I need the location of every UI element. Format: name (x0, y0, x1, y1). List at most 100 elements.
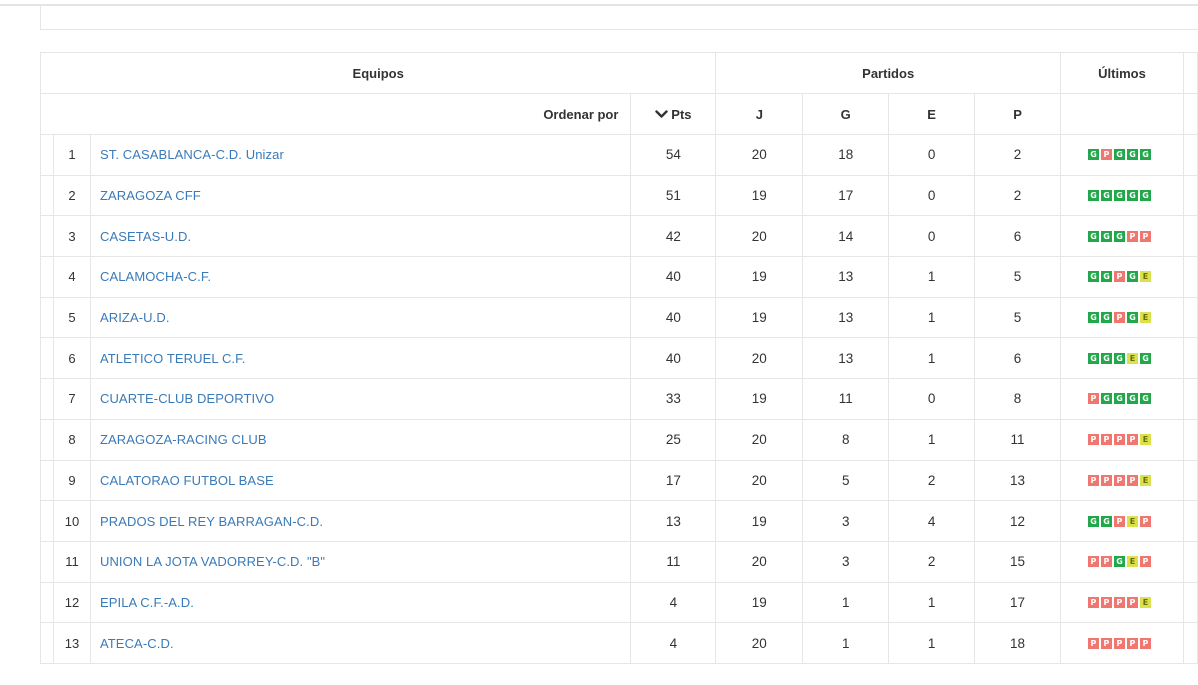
result-badge: G (1139, 149, 1151, 161)
result-badge: G (1100, 312, 1112, 324)
pts-cell: 13 (630, 500, 717, 542)
result-badge: G (1087, 149, 1099, 161)
pts-cell: 17 (630, 459, 717, 502)
result-badge: G (1087, 230, 1099, 242)
team-link[interactable]: PRADOS DEL REY BARRAGAN-C.D. (100, 514, 323, 529)
played-cell: 19 (715, 500, 804, 542)
sort-pts-button[interactable]: Pts (630, 93, 717, 135)
table-row: 10 PRADOS DEL REY BARRAGAN-C.D. 13 19 3 4 12 G G… (40, 500, 1198, 542)
drawn-cell: 2 (888, 459, 976, 502)
results-badges: PPGEP (1087, 556, 1183, 568)
table-row: 3 CASETAS-U.D. 42 20 14 0 6 G G G P P (40, 215, 1198, 258)
result-badge: P (1087, 474, 1099, 486)
result-badge: P (1087, 434, 1099, 446)
table-row: 11 UNION LA JOTA VADORREY-C.D. "B" 11 20 3 2 1… (40, 540, 1198, 583)
result-badge: E (1139, 312, 1151, 324)
result-badge: P (1100, 149, 1112, 161)
lost-cell: 5 (974, 296, 1061, 339)
played-cell: 20 (715, 215, 804, 258)
team-link[interactable]: CALAMOCHA-C.F. (100, 269, 211, 284)
played-cell: 19 (715, 256, 804, 298)
team-cell: ST. CASABLANCA-C.D. Unizar (89, 134, 632, 176)
result-badge: P (1113, 312, 1125, 324)
row-edge (1182, 622, 1198, 664)
result-badge: P (1126, 474, 1138, 486)
team-link[interactable]: ST. CASABLANCA-C.D. Unizar (100, 147, 284, 162)
result-badge: G (1087, 515, 1099, 527)
pts-cell: 40 (630, 296, 717, 339)
won-cell: 1 (802, 581, 890, 624)
drawn-cell: 1 (888, 296, 976, 339)
row-edge (1182, 581, 1198, 624)
team-link[interactable]: CUARTE-CLUB DEPORTIVO (100, 391, 274, 406)
result-badge: G (1100, 393, 1112, 405)
result-badge: G (1126, 393, 1138, 405)
won-cell: 13 (802, 256, 890, 298)
group-header-row: Equipos Partidos Últimos (39, 52, 1198, 94)
results-badges: GPGGG (1087, 149, 1183, 161)
row-edge (1182, 296, 1198, 339)
team-link[interactable]: CASETAS-U.D. (100, 229, 191, 244)
last-results-cell: GGPGE (1059, 256, 1184, 298)
team-link[interactable]: EPILA C.F.-A.D. (100, 595, 194, 610)
row-edge (1182, 500, 1198, 542)
row-gutter (40, 459, 54, 502)
position-cell: 7 (52, 378, 91, 420)
team-link[interactable]: UNION LA JOTA VADORREY-C.D. "B" (100, 554, 325, 569)
pts-cell: 33 (630, 378, 717, 420)
result-badge: P (1100, 434, 1112, 446)
position-cell: 6 (52, 337, 91, 380)
column-header-row: Ordenar por Pts J G E P (39, 93, 1198, 135)
row-gutter (40, 134, 54, 176)
result-badge: P (1113, 271, 1125, 283)
won-cell: 8 (802, 418, 890, 461)
result-badge: P (1087, 637, 1099, 649)
drawn-cell: 1 (888, 418, 976, 461)
played-cell: 20 (715, 622, 804, 664)
result-badge: P (1087, 556, 1099, 568)
table-row: 2 ZARAGOZA CFF 51 19 17 0 2 G G G G G (40, 174, 1198, 217)
results-badges: GGPGE (1087, 312, 1183, 324)
team-link[interactable]: ATLETICO TERUEL C.F. (100, 351, 246, 366)
won-cell: 11 (802, 378, 890, 420)
team-link[interactable]: CALATORAO FUTBOL BASE (100, 473, 274, 488)
position-cell: 5 (52, 296, 91, 339)
position-cell: 1 (52, 134, 91, 176)
team-link[interactable]: ATECA-C.D. (100, 636, 174, 651)
drawn-cell: 1 (888, 581, 976, 624)
results-badges: PPPPE (1087, 474, 1183, 486)
header-edge (1182, 52, 1198, 94)
col-p: P (974, 93, 1061, 135)
team-link[interactable]: ZARAGOZA CFF (100, 188, 201, 203)
row-edge (1182, 174, 1198, 217)
lost-cell: 13 (974, 459, 1061, 502)
won-cell: 13 (802, 337, 890, 380)
played-cell: 19 (715, 296, 804, 339)
drawn-cell: 1 (888, 622, 976, 664)
table-row: 8 ZARAGOZA-RACING CLUB 25 20 8 1 11 P P P P E (40, 418, 1198, 461)
result-badge: E (1126, 556, 1138, 568)
position-cell: 4 (52, 256, 91, 298)
result-badge: E (1139, 474, 1151, 486)
won-cell: 3 (802, 540, 890, 583)
result-badge: P (1126, 230, 1138, 242)
table-row: 1 ST. CASABLANCA-C.D. Unizar 54 20 18 0 2 G P G G G (40, 134, 1198, 176)
result-badge: E (1126, 515, 1138, 527)
team-link[interactable]: ZARAGOZA-RACING CLUB (100, 432, 267, 447)
team-cell: ATECA-C.D. (89, 622, 632, 664)
team-cell: UNION LA JOTA VADORREY-C.D. "B" (89, 540, 632, 583)
header-edge (1182, 93, 1198, 135)
row-edge (1182, 540, 1198, 583)
result-badge: G (1139, 352, 1151, 364)
played-cell: 20 (715, 337, 804, 380)
table-row: 4 CALAMOCHA-C.F. 40 19 13 1 5 G G P G E (40, 256, 1198, 298)
team-link[interactable]: ARIZA-U.D. (100, 310, 170, 325)
row-gutter (40, 622, 54, 664)
last-results-cell: PPPPE (1059, 418, 1184, 461)
result-badge: E (1139, 596, 1151, 608)
lost-cell: 2 (974, 134, 1061, 176)
drawn-cell: 0 (888, 174, 976, 217)
result-badge: P (1126, 434, 1138, 446)
position-cell: 3 (52, 215, 91, 258)
result-badge: P (1113, 637, 1125, 649)
